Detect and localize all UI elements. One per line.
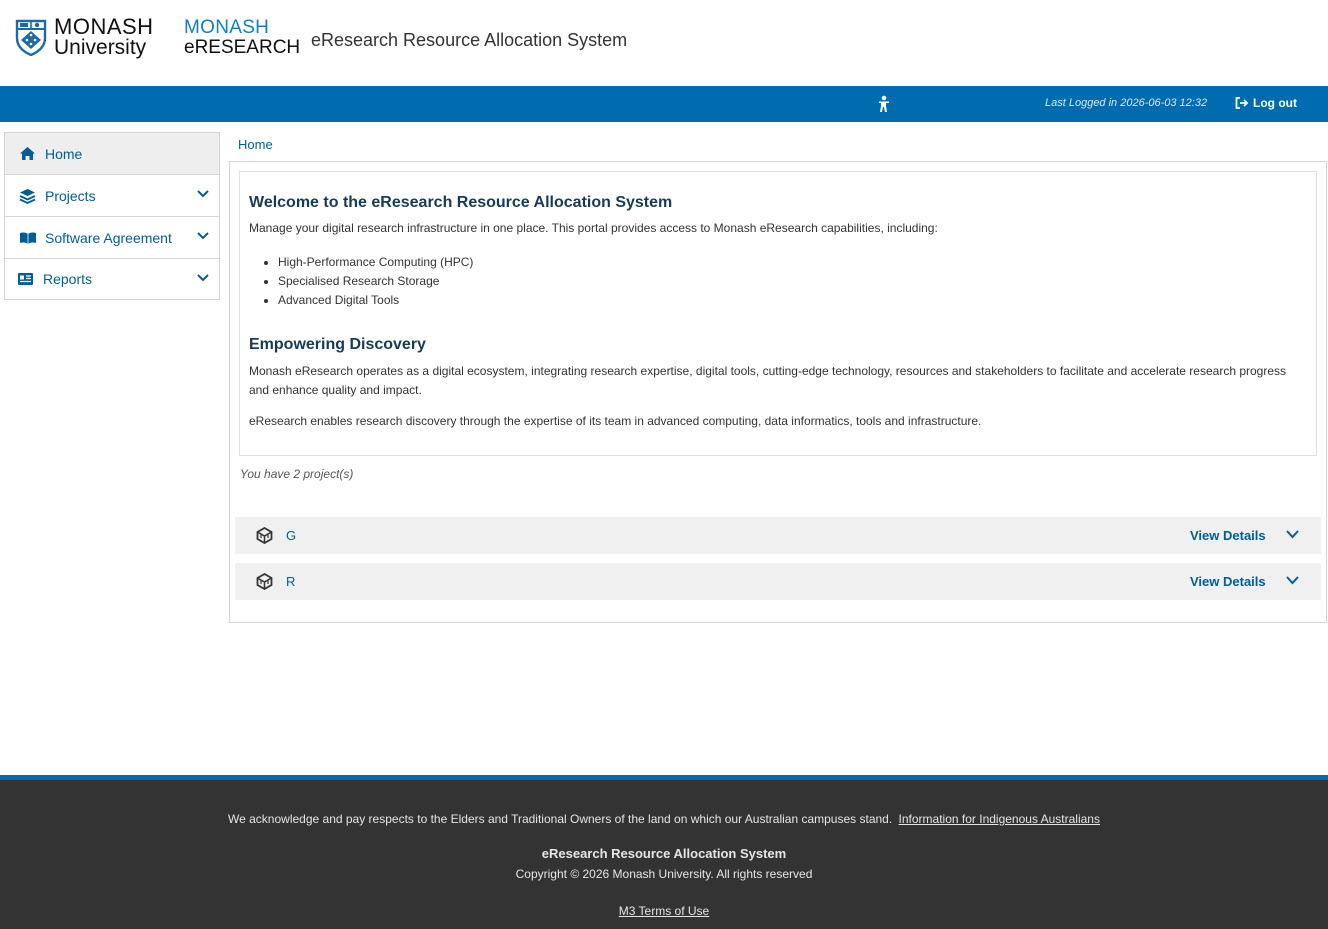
chevron-down-icon[interactable] (197, 190, 209, 198)
main-content: Welcome to the eResearch Resource Alloca… (229, 161, 1327, 623)
project-row[interactable]: R View Details (235, 563, 1321, 600)
report-icon (17, 271, 35, 287)
app-title: eResearch Resource Allocation System (311, 30, 628, 50)
wordmark-line-university: University (54, 36, 147, 59)
monash-crest-icon (15, 19, 47, 56)
person-icon[interactable] (876, 95, 892, 113)
welcome-card: Welcome to the eResearch Resource Alloca… (239, 171, 1317, 456)
chevron-down-icon[interactable] (1286, 530, 1299, 539)
project-name[interactable]: R (286, 574, 295, 589)
list-item: High-Performance Computing (HPC) (278, 253, 473, 272)
chevron-down-icon[interactable] (1286, 576, 1299, 585)
sidebar-item-home[interactable]: Home (5, 133, 219, 175)
sidebar-item-label: Home (45, 145, 83, 162)
list-item: Advanced Digital Tools (278, 291, 473, 310)
monash-eresearch-logo[interactable]: MONASH eRESEARCH (184, 18, 300, 57)
discovery-title: Empowering Discovery (249, 336, 426, 353)
sidebar-item-label: Projects (45, 187, 96, 204)
view-details-link[interactable]: View Details (1190, 574, 1266, 589)
eresearch-logo-line2: eRESEARCH (184, 37, 301, 58)
project-name[interactable]: G (286, 528, 296, 543)
logout-label: Log out (1253, 96, 1297, 110)
list-item: Specialised Research Storage (278, 272, 473, 291)
chevron-down-icon[interactable] (197, 274, 209, 282)
sidebar-item-reports[interactable]: Reports (5, 259, 219, 299)
last-logged-in: Last Logged in 2026-06-03 12:32 (1045, 97, 1208, 109)
welcome-intro: Manage your digital research infrastruct… (249, 221, 938, 235)
top-nav-bar: Last Logged in 2026-06-03 12:32 Log out (0, 86, 1328, 122)
sidebar-item-software-agreement[interactable]: Software Agreement (5, 217, 219, 259)
footer-title: eResearch Resource Allocation System (541, 846, 787, 861)
monash-university-logo[interactable]: MONASH University (14, 16, 154, 58)
capabilities-list: High-Performance Computing (HPC) Special… (268, 253, 473, 310)
view-details-link[interactable]: View Details (1190, 528, 1266, 543)
book-icon (19, 230, 37, 246)
discovery-paragraph-1: Monash eResearch operates as a digital e… (249, 364, 1287, 397)
site-footer: We acknowledge and pay respects to the E… (0, 775, 1328, 929)
discovery-paragraph-2: eResearch enables research discovery thr… (249, 414, 982, 428)
acknowledgement-text: We acknowledge and pay respects to the E… (0, 812, 1328, 826)
logout-button[interactable]: Log out (1235, 96, 1297, 110)
chevron-down-icon[interactable] (197, 232, 209, 240)
copyright-text: Copyright © 2026 Monash University. All … (515, 867, 813, 881)
sidebar-item-projects[interactable]: Projects (5, 175, 219, 217)
acknowledgement-statement: We acknowledge and pay respects to the E… (228, 812, 893, 826)
sidebar-item-label: Software Agreement (45, 229, 172, 246)
project-row[interactable]: G View Details (235, 517, 1321, 554)
sidebar-item-label: Reports (43, 271, 93, 287)
welcome-title: Welcome to the eResearch Resource Alloca… (249, 194, 673, 211)
breadcrumb-home[interactable]: Home (238, 137, 273, 152)
sidebar-nav: Home Projects Software Agreement Reports (4, 132, 220, 300)
wordmark-line-monash: MONASH (54, 14, 154, 39)
cube-icon (256, 527, 273, 544)
eresearch-logo-line1: MONASH (184, 17, 270, 38)
university-wordmark: MONASH University (54, 14, 154, 59)
site-header: MONASH University MONASH eRESEARCH eRese… (0, 0, 1328, 86)
terms-of-use: M3 Terms of Use (0, 904, 1328, 918)
indigenous-australians-link[interactable]: Information for Indigenous Australians (899, 812, 1100, 826)
home-icon (19, 146, 37, 162)
sign-out-icon (1235, 97, 1249, 109)
project-count: You have 2 project(s) (240, 467, 354, 481)
cube-icon (256, 573, 273, 590)
terms-of-use-link[interactable]: M3 Terms of Use (619, 904, 709, 918)
layers-icon (19, 188, 37, 204)
